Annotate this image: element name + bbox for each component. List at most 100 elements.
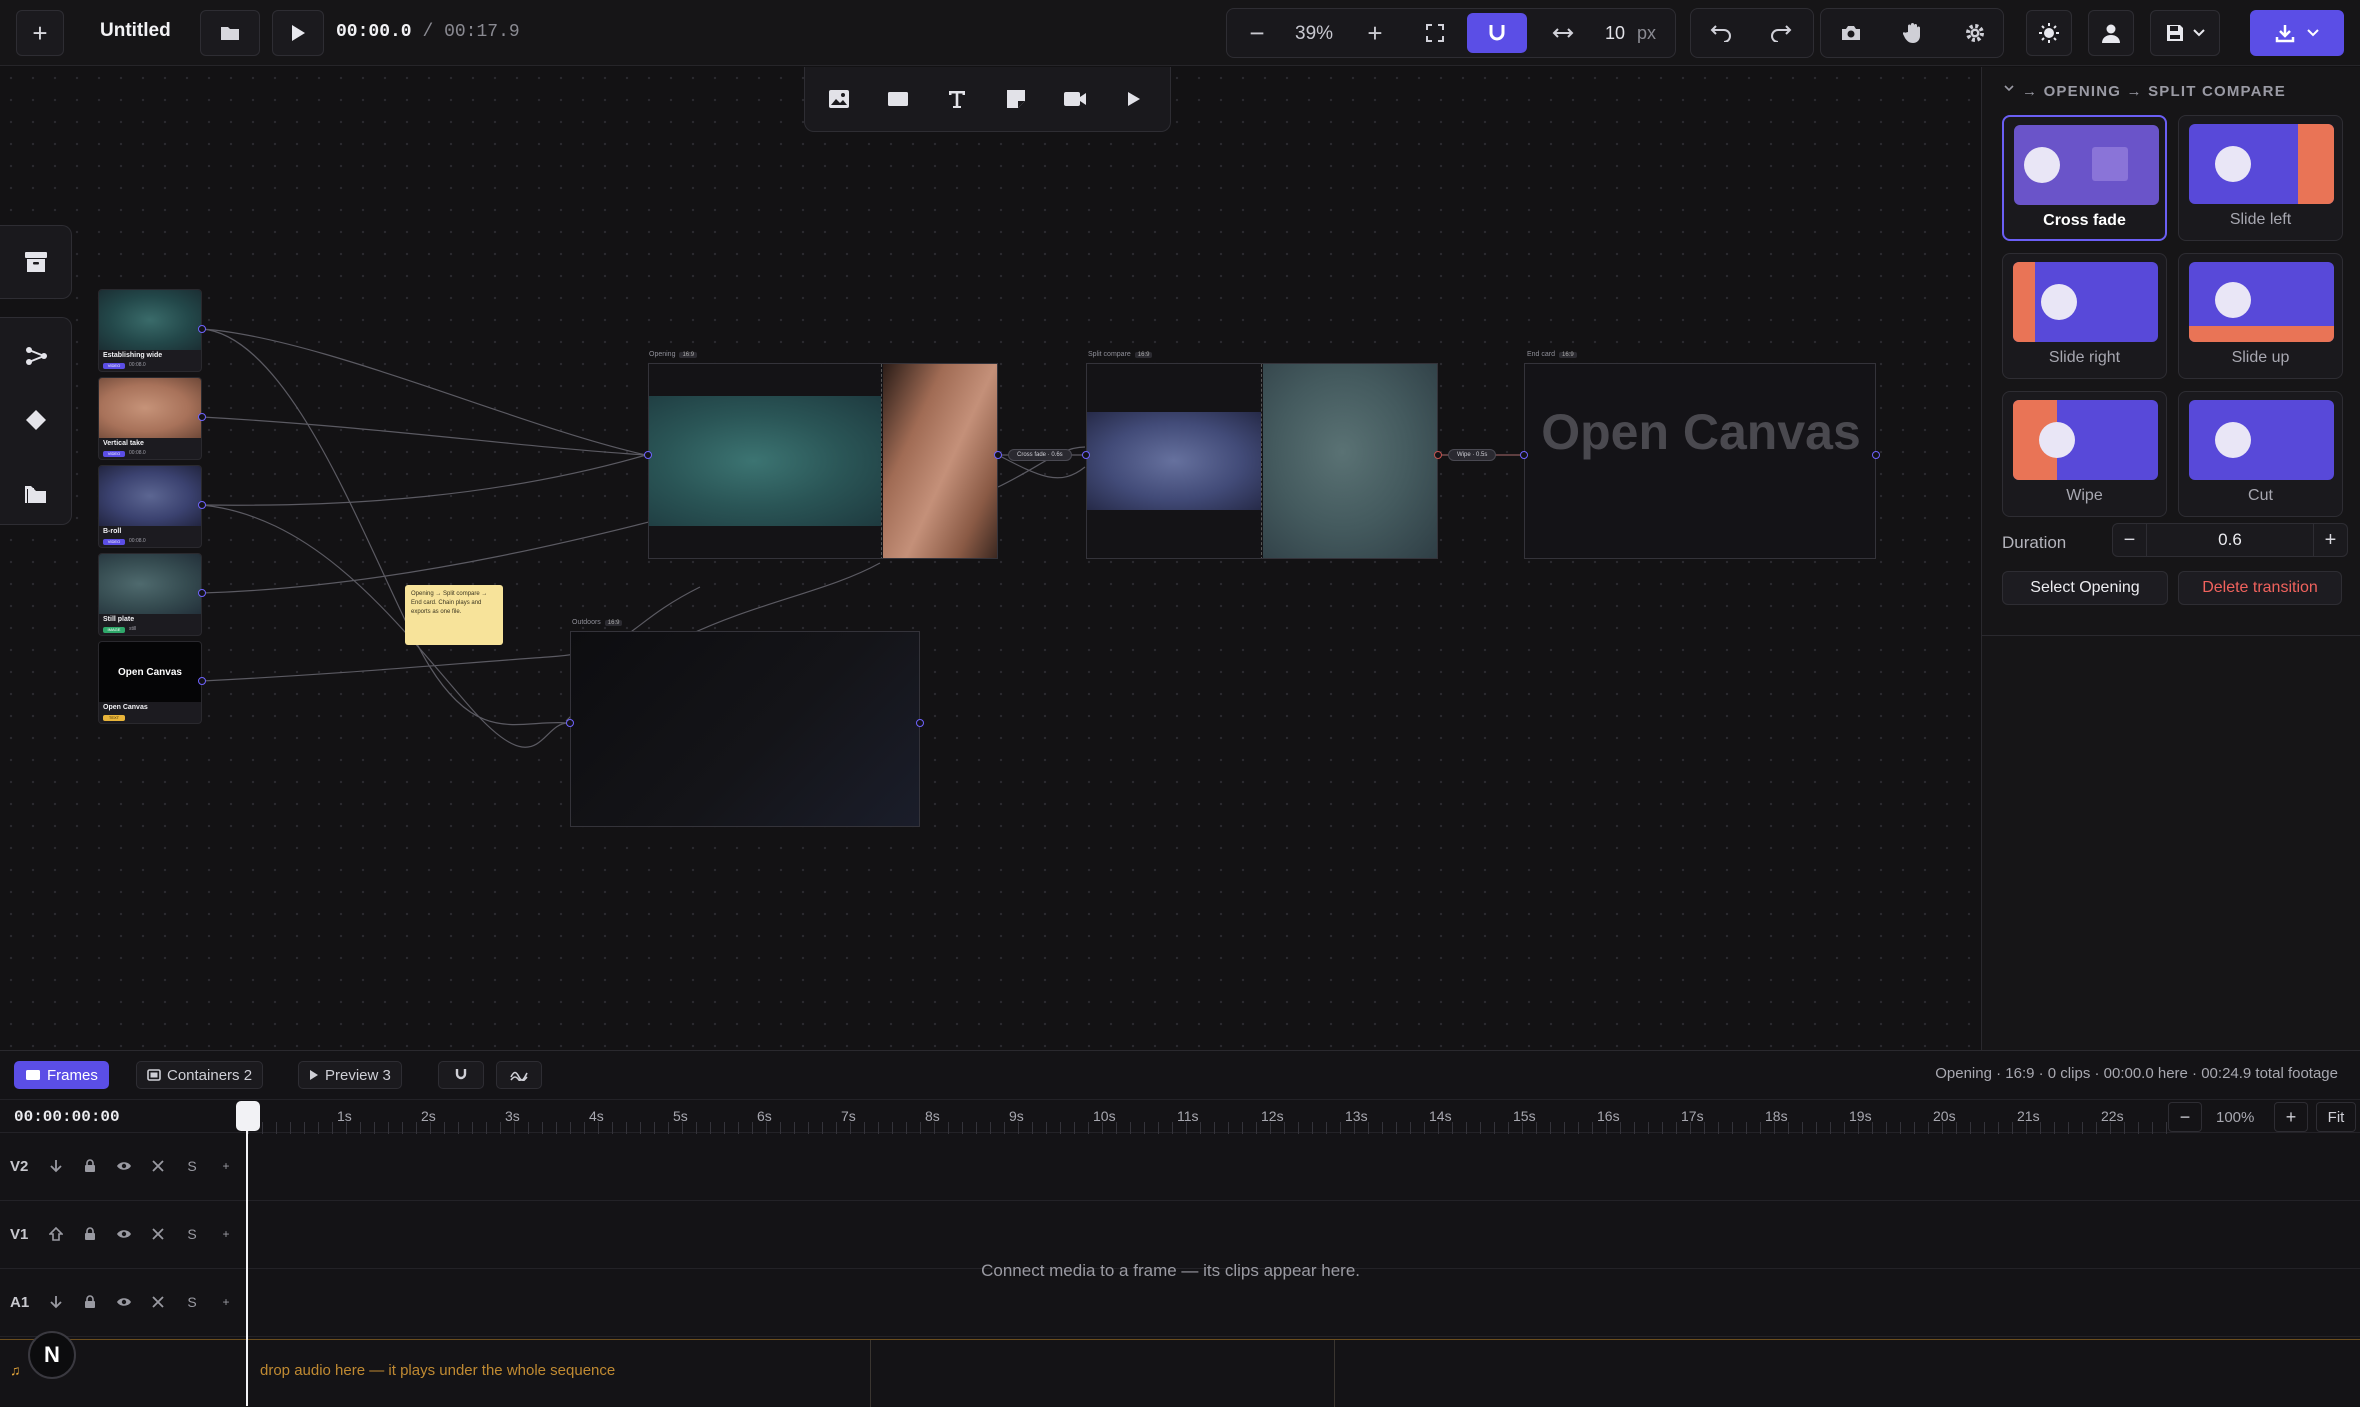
mute-x-icon[interactable] bbox=[148, 1292, 168, 1312]
transition-option-slide-up[interactable]: Slide up bbox=[2178, 253, 2343, 379]
play-button[interactable] bbox=[272, 10, 324, 56]
frame-end-card[interactable]: Open Canvas bbox=[1524, 363, 1876, 559]
eye-icon[interactable] bbox=[114, 1224, 134, 1244]
connect-tool-icon[interactable] bbox=[18, 338, 54, 374]
audio-drop-row[interactable]: ♫ drop audio here — it plays under the w… bbox=[0, 1339, 2360, 1407]
frame-input-port[interactable] bbox=[644, 451, 652, 459]
tab-frames[interactable]: Frames bbox=[14, 1061, 109, 1089]
zoom-out-button[interactable]: − bbox=[1233, 13, 1281, 53]
transition-option-slide-right[interactable]: Slide right bbox=[2002, 253, 2167, 379]
mute-x-icon[interactable] bbox=[148, 1224, 168, 1244]
media-card[interactable]: Establishing wide VIDEO 00:08.0 bbox=[98, 289, 202, 372]
media-card[interactable]: Vertical take VIDEO 00:08.0 bbox=[98, 377, 202, 460]
duration-input[interactable]: 0.6 bbox=[2147, 524, 2313, 556]
transition-crossfade[interactable]: Cross fade · 0.6s bbox=[1008, 449, 1072, 461]
insert-text-button[interactable] bbox=[937, 81, 977, 117]
media-card[interactable]: Still plate IMAGE still bbox=[98, 553, 202, 636]
delete-transition-button[interactable]: Delete transition bbox=[2178, 571, 2342, 605]
snapshot-button[interactable] bbox=[1827, 13, 1875, 53]
frame-output-port[interactable] bbox=[1872, 451, 1880, 459]
document-title[interactable]: Untitled bbox=[100, 20, 171, 42]
transition-option-cross-fade[interactable]: Cross fade bbox=[2002, 115, 2167, 241]
redo-button[interactable] bbox=[1757, 13, 1805, 53]
mute-x-icon[interactable] bbox=[148, 1156, 168, 1176]
frame-output-port[interactable] bbox=[1434, 451, 1442, 459]
media-output-port[interactable] bbox=[198, 413, 206, 421]
waveform-toggle[interactable] bbox=[496, 1061, 542, 1089]
add-track-button[interactable]: + bbox=[216, 1292, 236, 1312]
arrow-down-icon[interactable] bbox=[46, 1292, 66, 1312]
add-track-button[interactable]: + bbox=[216, 1156, 236, 1176]
tab-label: Preview 3 bbox=[325, 1066, 391, 1084]
insert-note-button[interactable] bbox=[996, 81, 1036, 117]
media-output-port[interactable] bbox=[198, 325, 206, 333]
frame-input-port[interactable] bbox=[566, 719, 574, 727]
transition-option-wipe[interactable]: Wipe bbox=[2002, 391, 2167, 517]
tab-containers[interactable]: Containers 2 bbox=[136, 1061, 264, 1089]
solo-button[interactable]: S bbox=[182, 1292, 202, 1312]
frame-output-port[interactable] bbox=[916, 719, 924, 727]
frame-opening[interactable] bbox=[648, 363, 998, 559]
zoom-level[interactable]: 39% bbox=[1295, 23, 1333, 45]
eye-icon[interactable] bbox=[114, 1292, 134, 1312]
lock-icon[interactable] bbox=[80, 1156, 100, 1176]
sticky-note[interactable]: Opening → Split compare → End card. Chai… bbox=[405, 585, 503, 645]
eye-icon[interactable] bbox=[114, 1156, 134, 1176]
fit-screen-button[interactable] bbox=[1411, 13, 1459, 53]
lock-icon[interactable] bbox=[80, 1224, 100, 1244]
duration-decrement-button[interactable]: − bbox=[2113, 524, 2147, 556]
open-folder-button[interactable] bbox=[200, 10, 260, 56]
undo-button[interactable] bbox=[1697, 13, 1745, 53]
frame-split-compare[interactable] bbox=[1086, 363, 1438, 559]
media-card[interactable]: Open Canvas Open Canvas TEXT bbox=[98, 641, 202, 724]
lock-icon[interactable] bbox=[80, 1292, 100, 1312]
pan-tool-button[interactable] bbox=[1889, 13, 1937, 53]
solo-button[interactable]: S bbox=[182, 1156, 202, 1176]
frame-input-port[interactable] bbox=[1520, 451, 1528, 459]
export-button[interactable] bbox=[2250, 10, 2344, 56]
transition-wipe[interactable]: Wipe · 0.5s bbox=[1448, 449, 1497, 461]
save-menu-button[interactable] bbox=[2150, 10, 2220, 56]
timeline-zoom-out[interactable]: − bbox=[2168, 1102, 2202, 1132]
media-output-port[interactable] bbox=[198, 677, 206, 685]
diamond-icon[interactable] bbox=[18, 402, 54, 438]
tab-preview[interactable]: Preview 3 bbox=[298, 1061, 402, 1089]
library-panel-button[interactable] bbox=[0, 225, 72, 299]
timeline-fit-button[interactable]: Fit bbox=[2316, 1102, 2356, 1132]
media-card[interactable]: B-roll VIDEO 00:08.0 bbox=[98, 465, 202, 548]
insert-image-button[interactable] bbox=[819, 81, 859, 117]
playhead[interactable] bbox=[246, 1101, 248, 1406]
collapse-chevron-icon[interactable] bbox=[2004, 85, 2014, 92]
preview-play-button[interactable] bbox=[1114, 81, 1154, 117]
canvas[interactable]: Establishing wide VIDEO 00:08.0 Vertical… bbox=[0, 67, 1980, 1050]
timeline-zoom-in[interactable]: + bbox=[2274, 1102, 2308, 1132]
select-opening-button[interactable]: Select Opening bbox=[2002, 571, 2168, 605]
arrow-up-icon[interactable] bbox=[46, 1224, 66, 1244]
transition-option-slide-left[interactable]: Slide left bbox=[2178, 115, 2343, 241]
playhead-handle[interactable] bbox=[236, 1101, 260, 1131]
frame-input-port[interactable] bbox=[1082, 451, 1090, 459]
solo-button[interactable]: S bbox=[182, 1224, 202, 1244]
frame-output-port[interactable] bbox=[994, 451, 1002, 459]
snap-value[interactable]: 10 bbox=[1605, 23, 1625, 44]
arrow-down-icon[interactable] bbox=[46, 1156, 66, 1176]
frame-outdoors[interactable] bbox=[570, 631, 920, 827]
duration-increment-button[interactable]: + bbox=[2313, 524, 2347, 556]
insert-rectangle-button[interactable] bbox=[878, 81, 918, 117]
spacing-button[interactable] bbox=[1539, 13, 1587, 53]
media-output-port[interactable] bbox=[198, 589, 206, 597]
magnet-snap-toggle[interactable] bbox=[1467, 13, 1527, 53]
account-button[interactable] bbox=[2088, 10, 2134, 56]
zoom-in-button[interactable]: + bbox=[1351, 13, 1399, 53]
new-button[interactable]: + bbox=[16, 10, 64, 56]
transition-option-cut[interactable]: Cut bbox=[2178, 391, 2343, 517]
media-output-port[interactable] bbox=[198, 501, 206, 509]
timeline-snap-toggle[interactable] bbox=[438, 1061, 484, 1089]
add-track-button[interactable]: + bbox=[216, 1224, 236, 1244]
settings-button[interactable] bbox=[1951, 13, 1999, 53]
theme-toggle[interactable] bbox=[2026, 10, 2072, 56]
avatar[interactable]: N bbox=[28, 1331, 76, 1379]
insert-video-button[interactable] bbox=[1055, 81, 1095, 117]
ruler-ticks[interactable] bbox=[248, 1100, 2168, 1134]
folders-icon[interactable] bbox=[18, 476, 54, 512]
